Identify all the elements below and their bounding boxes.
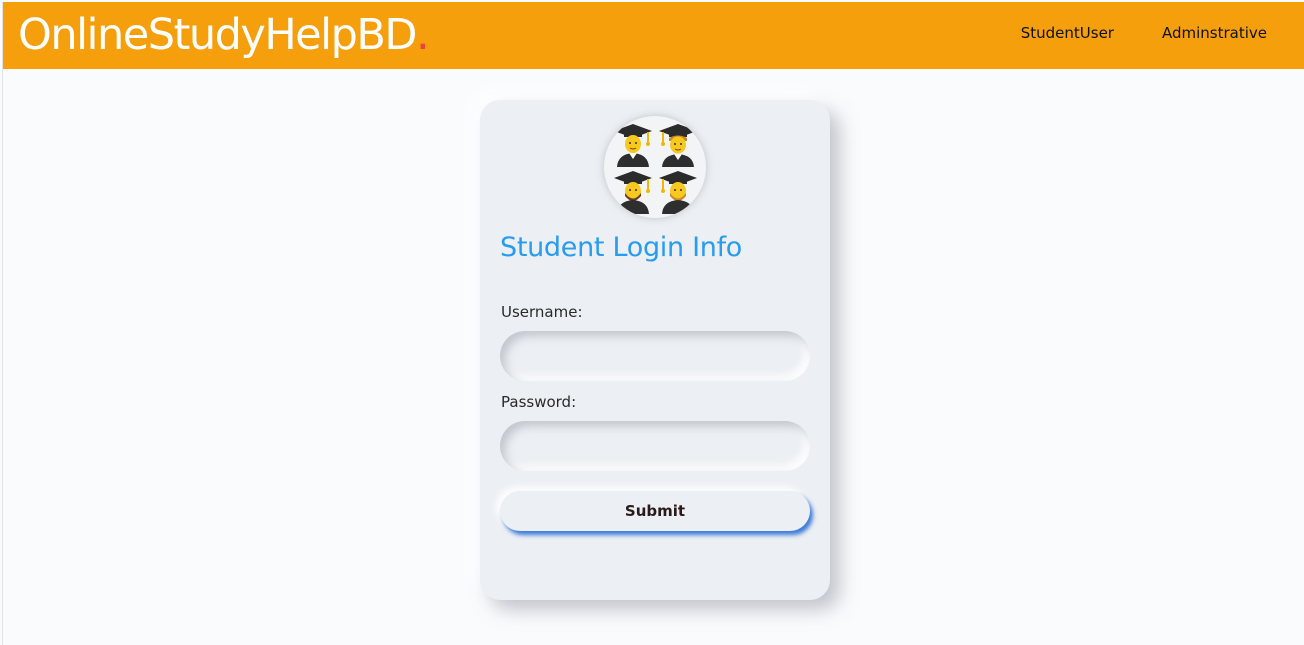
nav-link-student-user[interactable]: StudentUser: [1021, 24, 1114, 42]
username-input[interactable]: [500, 331, 810, 381]
login-card-title: Student Login Info: [500, 232, 742, 263]
graduate-figure-icon: [655, 167, 700, 214]
brand-dot: .: [416, 10, 430, 60]
graduate-students-icon: [604, 116, 706, 218]
graduate-figure-icon: [610, 167, 655, 214]
graduate-figure-icon: [610, 120, 655, 167]
graduate-figure-icon: [655, 120, 700, 167]
password-label: Password:: [501, 393, 577, 411]
login-card: Student Login Info Username: Password: S…: [480, 100, 830, 600]
username-label: Username:: [501, 303, 583, 321]
password-input[interactable]: [500, 421, 810, 471]
submit-button[interactable]: Submit: [500, 491, 810, 531]
page: OnlineStudyHelpBD. StudentUser Adminstra…: [2, 2, 1304, 645]
brand-name: OnlineStudyHelpBD: [18, 10, 418, 60]
nav-links: StudentUser Adminstrative: [1021, 24, 1267, 42]
navbar: OnlineStudyHelpBD. StudentUser Adminstra…: [3, 2, 1304, 69]
brand-logo[interactable]: OnlineStudyHelpBD.: [18, 10, 430, 60]
nav-link-adminstrative[interactable]: Adminstrative: [1162, 24, 1267, 42]
